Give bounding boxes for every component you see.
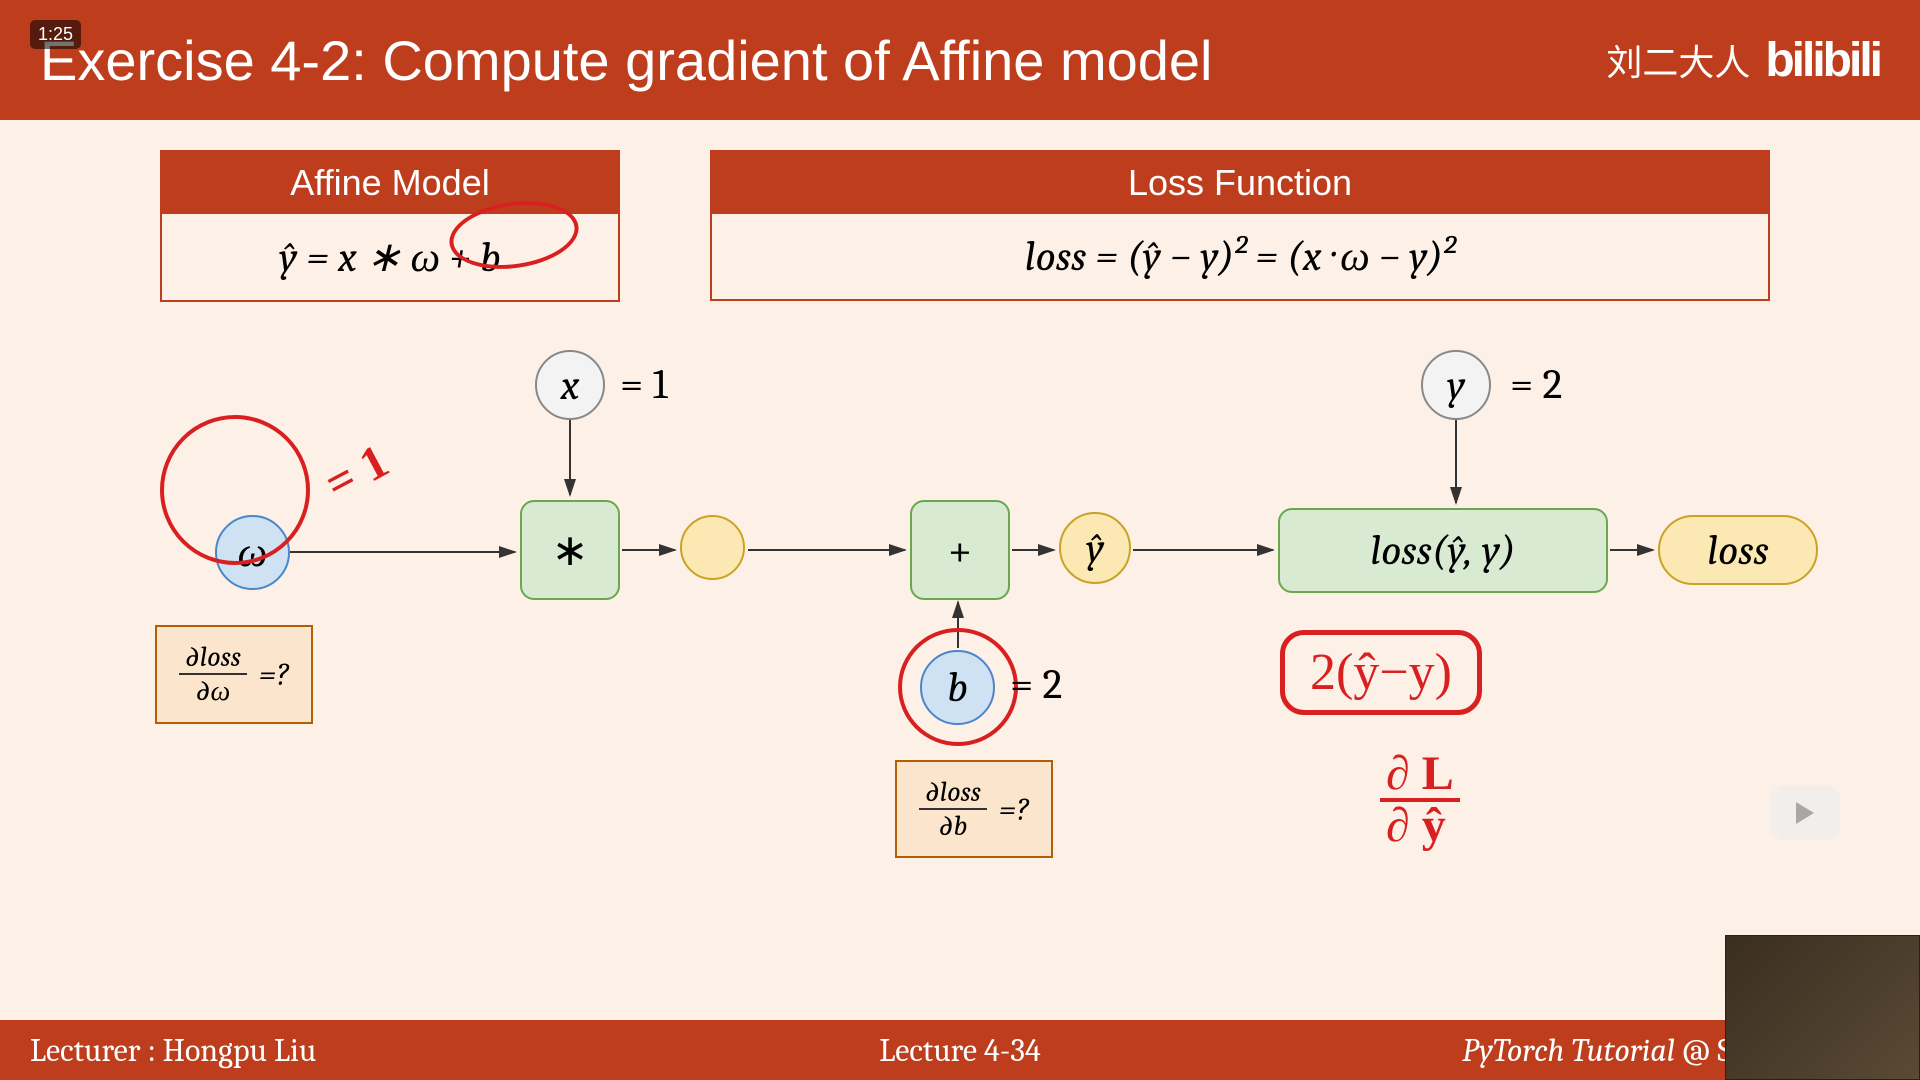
value-b: = 2	[1010, 660, 1062, 709]
gradient-w-den: ∂ω	[190, 675, 237, 708]
node-x: x	[535, 350, 605, 420]
op-multiply: ∗	[520, 500, 620, 600]
value-x: = 1	[620, 360, 668, 409]
gradient-b-frac: ∂loss ∂b	[919, 776, 987, 842]
annotation-circle-omega	[160, 415, 310, 565]
gradient-w-num: ∂loss	[179, 641, 247, 675]
annotation-circle-b	[898, 628, 1018, 746]
computation-graph: ω = 1 x = 1 ∗ + ŷ b = 2 y = 2 loss(ŷ, y)…	[0, 340, 1920, 940]
annotation-derivative: 2(ŷ−y)	[1280, 630, 1482, 715]
slide-content: Affine Model ŷ = x ∗ ω + b Loss Function…	[0, 120, 1920, 1020]
play-icon[interactable]	[1770, 785, 1840, 840]
header-right: 刘二大人 bilibili	[1606, 33, 1880, 88]
op-add: +	[910, 500, 1010, 600]
node-y: y	[1421, 350, 1491, 420]
footer-lecture-number: Lecture 4-34	[879, 1032, 1041, 1069]
gradient-b-num: ∂loss	[919, 776, 987, 810]
bilibili-logo-icon: bilibili	[1765, 33, 1880, 88]
node-intermediate	[680, 515, 745, 580]
node-loss-output: loss	[1658, 515, 1818, 585]
annotation-dL-dyhat: ∂ L ∂ ŷ	[1380, 750, 1460, 850]
node-yhat: ŷ	[1059, 512, 1131, 584]
gradient-b-box: ∂loss ∂b =?	[895, 760, 1053, 858]
annotation-frac-bot: ∂ ŷ	[1380, 802, 1460, 850]
slide-title: Exercise 4-2: Compute gradient of Affine…	[40, 28, 1213, 93]
gradient-b-den: ∂b	[933, 810, 974, 842]
annotation-frac-top: ∂ L	[1380, 750, 1460, 802]
gradient-w-frac: ∂loss ∂ω	[179, 641, 247, 708]
timestamp-badge: 1:25	[30, 20, 81, 49]
author-name: 刘二大人	[1606, 34, 1750, 86]
loss-header: Loss Function	[712, 152, 1768, 214]
presenter-webcam	[1725, 935, 1920, 1080]
op-lossfn: loss(ŷ, y)	[1278, 508, 1608, 593]
footer-lecturer: Lecturer : Hongpu Liu	[30, 1032, 316, 1069]
gradient-b-eq: =?	[999, 791, 1029, 828]
gradient-w-box: ∂loss ∂ω =?	[155, 625, 313, 724]
annotation-omega-value: = 1	[316, 433, 398, 511]
gradient-w-eq: =?	[259, 656, 289, 693]
slide-header: Exercise 4-2: Compute gradient of Affine…	[0, 0, 1920, 120]
footer-series-italic: PyTorch Tutorial	[1462, 1032, 1675, 1069]
slide-footer: Lecturer : Hongpu Liu Lecture 4-34 PyTor…	[0, 1020, 1920, 1080]
value-y: = 2	[1510, 360, 1562, 409]
loss-equation: loss = (ŷ − y)² = (x · ω − y)²	[712, 214, 1768, 299]
loss-function-box: Loss Function loss = (ŷ − y)² = (x · ω −…	[710, 150, 1770, 301]
